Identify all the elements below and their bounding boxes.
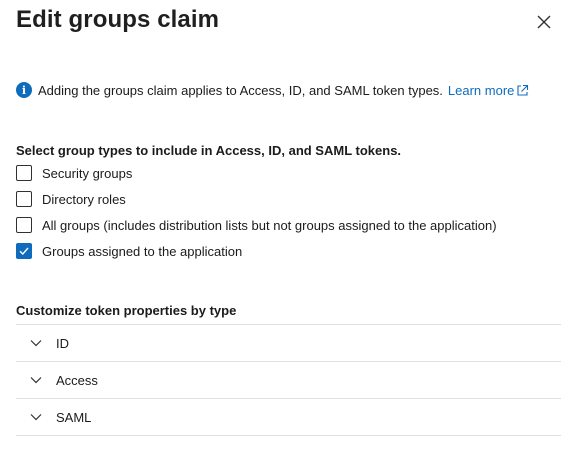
checkbox-box[interactable] bbox=[16, 191, 32, 207]
group-types-label: Select group types to include in Access,… bbox=[16, 143, 402, 158]
info-message: i Adding the groups claim applies to Acc… bbox=[16, 82, 529, 98]
accordion-item-label: Access bbox=[56, 372, 98, 388]
checkbox-box[interactable] bbox=[16, 165, 32, 181]
checkbox-label: All groups (includes distribution lists … bbox=[42, 217, 497, 233]
chevron-down-icon bbox=[30, 340, 42, 347]
customize-label: Customize token properties by type bbox=[16, 303, 237, 318]
accordion-item-saml[interactable]: SAML bbox=[16, 398, 561, 436]
learn-more-link[interactable]: Learn more bbox=[448, 83, 529, 98]
checkbox-security-groups[interactable]: Security groups bbox=[16, 163, 497, 183]
external-link-icon bbox=[517, 84, 529, 96]
checkbox-all-groups[interactable]: All groups (includes distribution lists … bbox=[16, 215, 497, 235]
checkmark-icon bbox=[19, 247, 29, 256]
checkbox-label: Directory roles bbox=[42, 191, 126, 207]
panel-title: Edit groups claim bbox=[16, 6, 220, 33]
checkbox-box[interactable] bbox=[16, 217, 32, 233]
checkbox-label: Security groups bbox=[42, 165, 133, 181]
checkbox-box-checked[interactable] bbox=[16, 243, 32, 259]
token-type-accordion: ID Access SAML bbox=[16, 324, 561, 436]
learn-more-label: Learn more bbox=[447, 82, 515, 98]
info-text: Adding the groups claim applies to Acces… bbox=[38, 82, 443, 98]
chevron-down-icon bbox=[30, 377, 42, 384]
chevron-down-icon bbox=[30, 414, 42, 421]
accordion-item-id[interactable]: ID bbox=[16, 324, 561, 361]
checkbox-label: Groups assigned to the application bbox=[42, 243, 243, 259]
accordion-item-access[interactable]: Access bbox=[16, 361, 561, 398]
accordion-item-label: ID bbox=[56, 335, 69, 351]
close-icon[interactable] bbox=[535, 13, 553, 31]
info-icon: i bbox=[16, 82, 32, 98]
checkbox-directory-roles[interactable]: Directory roles bbox=[16, 189, 497, 209]
group-types-checklist: Security groups Directory roles All grou… bbox=[16, 163, 497, 267]
checkbox-groups-assigned[interactable]: Groups assigned to the application bbox=[16, 241, 497, 261]
accordion-item-label: SAML bbox=[56, 409, 92, 425]
